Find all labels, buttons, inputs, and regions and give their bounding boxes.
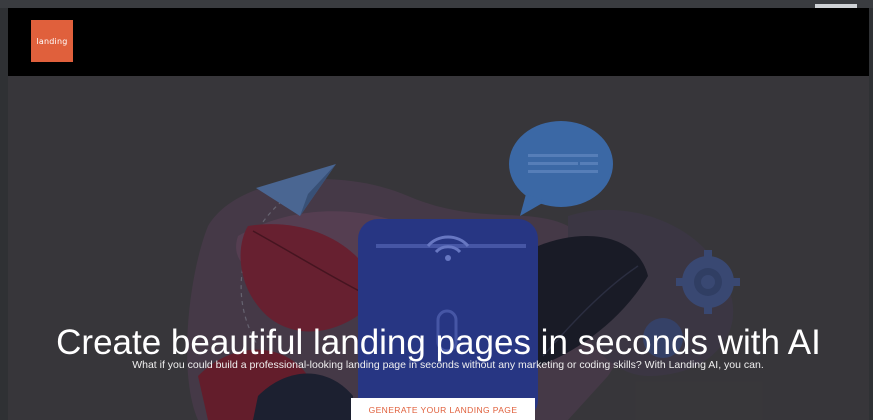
logo-text: landing	[36, 36, 68, 46]
generate-landing-page-button[interactable]: GENERATE YOUR LANDING PAGE	[351, 398, 535, 420]
window-top-bar	[0, 0, 873, 8]
window-right-border	[869, 8, 873, 420]
site-header: landing	[8, 8, 869, 76]
hero-subtitle: What if you could build a professional-l…	[132, 358, 764, 371]
logo[interactable]: landing	[31, 20, 73, 62]
hero-section: Create beautiful landing pages in second…	[8, 76, 869, 420]
window-left-border	[0, 8, 8, 420]
